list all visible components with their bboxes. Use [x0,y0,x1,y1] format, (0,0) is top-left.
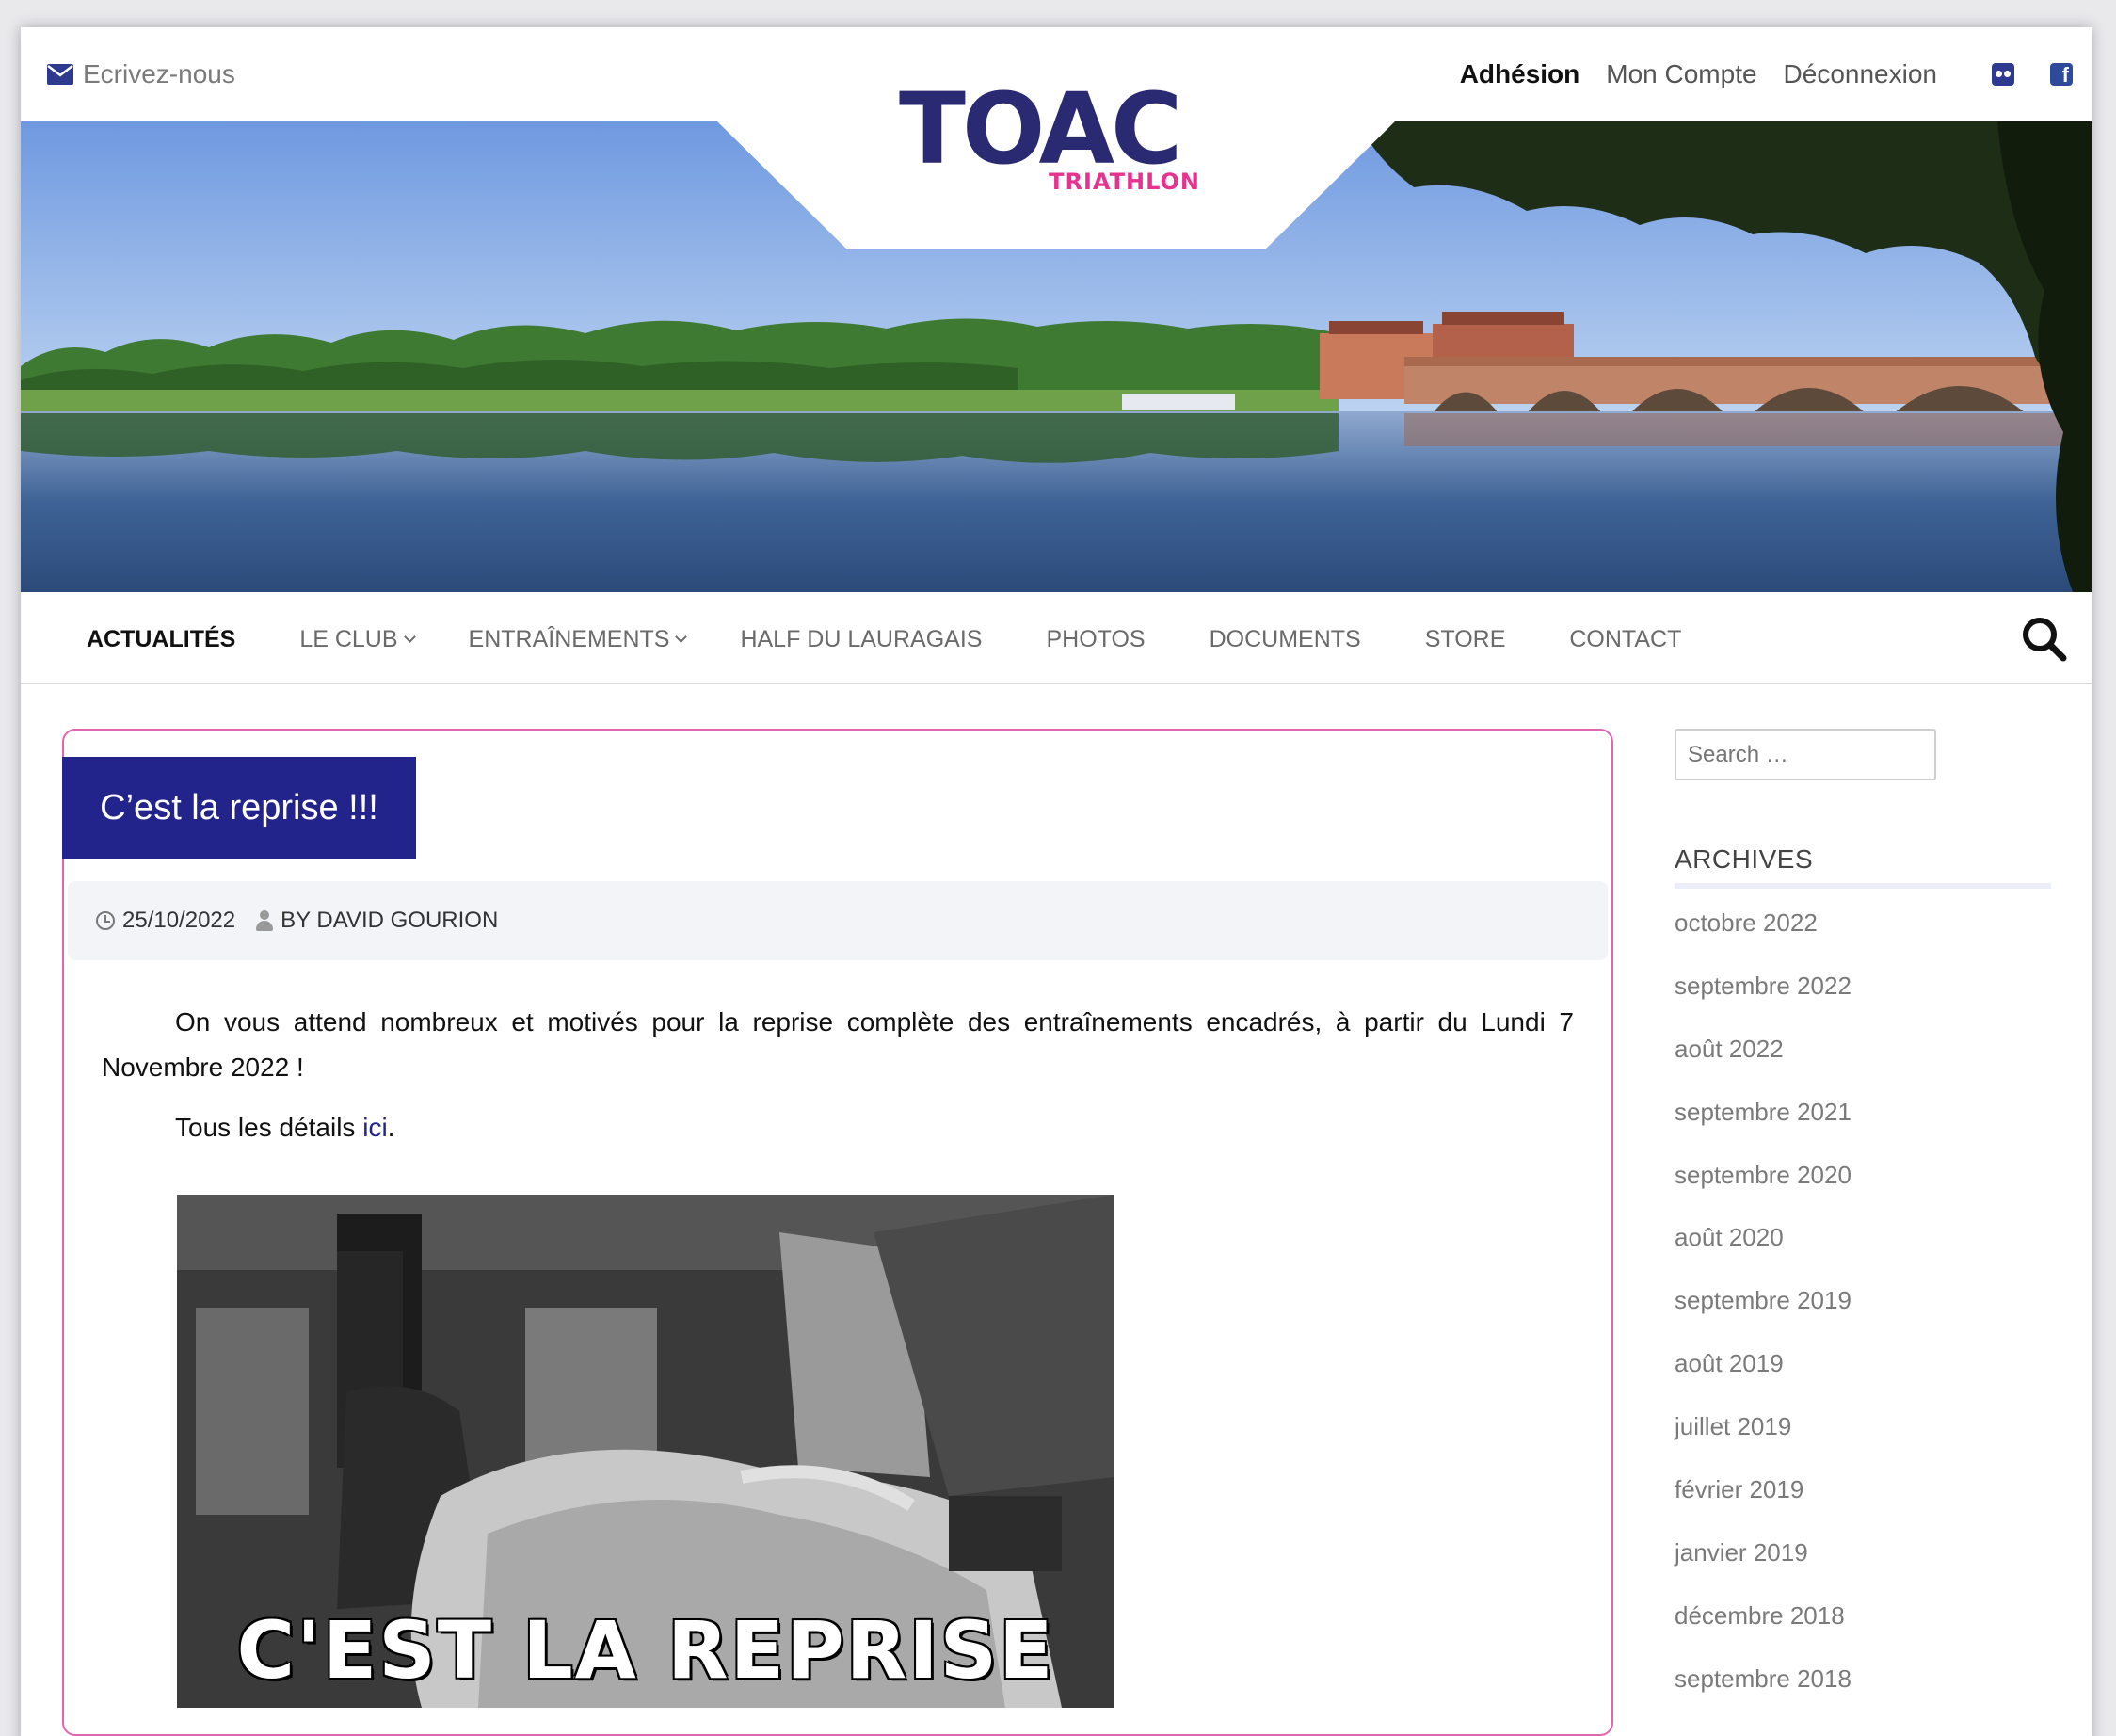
chevron-down-icon [403,631,416,643]
archive-link[interactable]: août 2019 [1675,1349,1852,1412]
archives-title: ARCHIVES [1675,844,1814,874]
nav-item-entrainements[interactable]: ENTRAÎNEMENTS [468,626,688,653]
nav-item-label: CONTACT [1569,626,1682,652]
article-card: C’est la reprise !!! 25/10/2022 BY DAVID… [62,729,1613,1736]
clock-icon [96,911,115,930]
logo-wordmark: TOAC [899,72,1182,186]
archives-list: octobre 2022 septembre 2022 août 2022 se… [1675,908,1852,1728]
article-date[interactable]: 25/10/2022 [122,908,235,934]
write-us-label: Ecrivez-nous [83,59,235,88]
article-meta: 25/10/2022 BY DAVID GOURION [68,881,1608,960]
sidebar-search-input[interactable] [1675,729,1936,780]
toac-logo[interactable]: TOAC TRIATHLON [899,80,1210,202]
nav-item-contact[interactable]: CONTACT [1569,626,1681,653]
details-link[interactable]: ici [362,1113,387,1142]
article-paragraph-details: Tous les détails ici. [102,1105,1574,1150]
user-icon [256,910,274,931]
details-prefix: Tous les détails [175,1113,363,1142]
archive-link[interactable]: octobre 2022 [1675,908,1852,972]
logo-subtitle: TRIATHLON [1049,169,1200,195]
article-title[interactable]: C’est la reprise !!! [62,757,416,859]
nav-item-label: ACTUALITÉS [87,626,236,652]
archive-link[interactable]: janvier 2019 [1675,1538,1852,1601]
account-links: Adhésion Mon Compte Déconnexion [1460,59,1937,89]
membership-link[interactable]: Adhésion [1460,59,1580,89]
social-links [1992,63,2073,88]
nav-item-half-du-lauragais[interactable]: HALF DU LAURAGAIS [740,626,982,653]
archive-link[interactable]: septembre 2018 [1675,1664,1852,1728]
nav-item-label: DOCUMENTS [1209,626,1361,652]
envelope-icon [47,64,73,85]
nav-item-label: ENTRAÎNEMENTS [468,626,670,652]
archive-link[interactable]: septembre 2019 [1675,1286,1852,1349]
details-suffix: . [387,1113,395,1142]
flickr-icon[interactable] [1992,63,2014,86]
archive-link[interactable]: juillet 2019 [1675,1412,1852,1475]
article-paragraph: On vous attend nombreux et motivés pour … [102,1007,1574,1082]
nav-item-label: STORE [1424,626,1506,652]
nav-item-photos[interactable]: PHOTOS [1046,626,1145,653]
archive-link[interactable]: septembre 2022 [1675,972,1852,1035]
main-nav: ACTUALITÉS LE CLUB ENTRAÎNEMENTS HALF DU… [21,592,2092,684]
nav-menu: ACTUALITÉS LE CLUB ENTRAÎNEMENTS HALF DU… [87,626,1681,653]
nav-item-label: PHOTOS [1046,626,1146,652]
write-us-link[interactable]: Ecrivez-nous [47,59,235,89]
image-caption: C'EST LA REPRISE [236,1604,1055,1696]
nav-item-actualites[interactable]: ACTUALITÉS [87,626,235,653]
archives-divider [1675,883,2051,889]
nav-item-label: LE CLUB [299,626,398,652]
nav-item-store[interactable]: STORE [1425,626,1506,653]
archive-link[interactable]: décembre 2018 [1675,1601,1852,1664]
search-icon[interactable] [2020,615,2067,662]
archive-link[interactable]: février 2019 [1675,1475,1852,1538]
nav-item-le-club[interactable]: LE CLUB [299,626,416,653]
article-image: C'EST LA REPRISE [177,1195,1114,1708]
article-body: On vous attend nombreux et motivés pour … [102,1000,1574,1150]
archive-link[interactable]: août 2022 [1675,1035,1852,1098]
my-account-link[interactable]: Mon Compte [1606,59,1756,89]
article-author[interactable]: BY DAVID GOURION [281,908,498,934]
nav-item-label: HALF DU LAURAGAIS [740,626,983,652]
nav-item-documents[interactable]: DOCUMENTS [1210,626,1361,653]
page: Ecrivez-nous Adhésion Mon Compte Déconne… [21,27,2092,1736]
archive-link[interactable]: août 2020 [1675,1223,1852,1286]
archive-link[interactable]: septembre 2020 [1675,1161,1852,1224]
facebook-icon[interactable] [2050,63,2073,88]
logout-link[interactable]: Déconnexion [1784,59,1937,89]
archive-link[interactable]: septembre 2021 [1675,1098,1852,1161]
chevron-down-icon [675,631,688,643]
